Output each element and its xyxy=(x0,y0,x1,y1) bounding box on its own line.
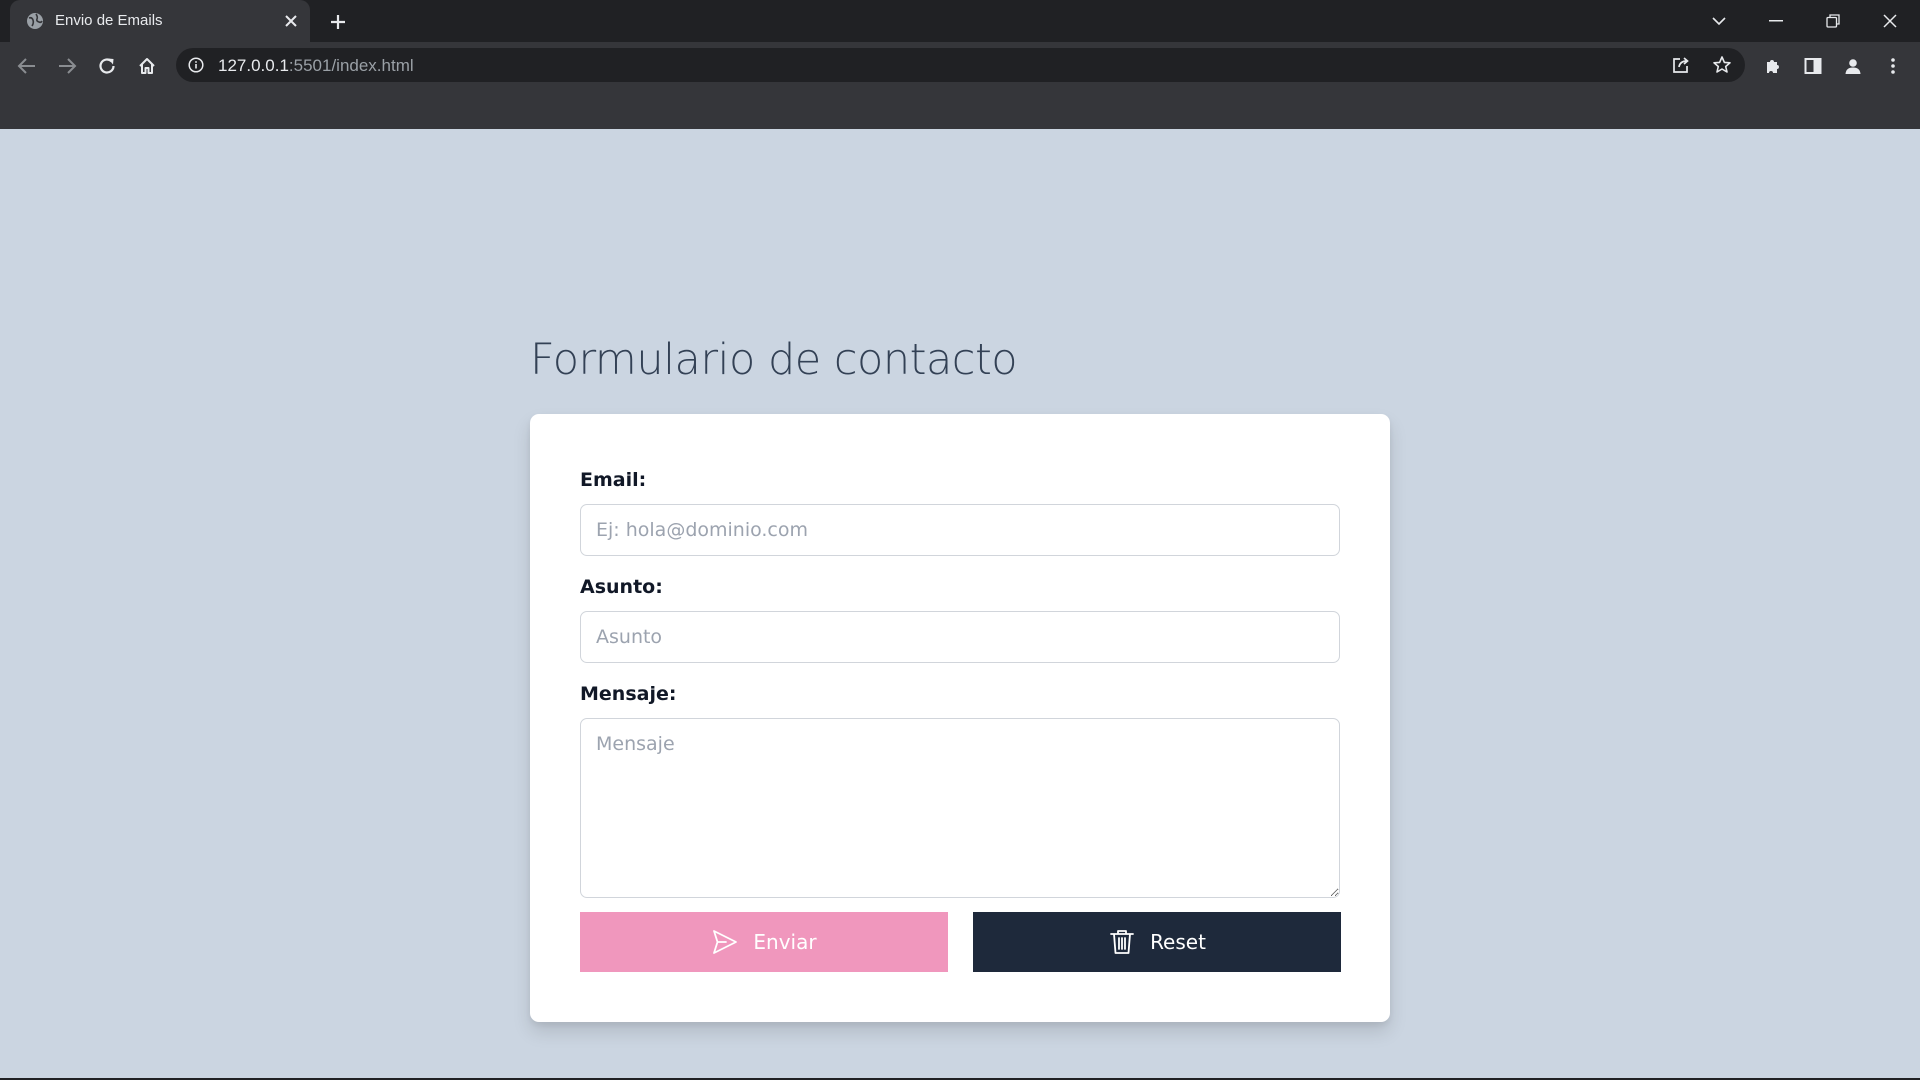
tab-strip: Envio de Emails xyxy=(0,0,1920,42)
browser-toolbar: 127.0.0.1:5501/index.html xyxy=(0,42,1920,88)
contact-form-card: Email: Asunto: Mensaje: Enviar Reset xyxy=(530,414,1390,1022)
home-icon[interactable] xyxy=(134,53,160,79)
tab-title: Envio de Emails xyxy=(55,12,163,29)
address-bar[interactable]: 127.0.0.1:5501/index.html xyxy=(176,48,1745,82)
close-icon[interactable] xyxy=(282,12,300,30)
reset-button[interactable]: Reset xyxy=(973,912,1341,972)
side-panel-icon[interactable] xyxy=(1800,53,1826,79)
back-arrow-icon[interactable] xyxy=(14,53,40,79)
new-tab-plus-icon[interactable] xyxy=(325,9,351,35)
forward-arrow-icon[interactable] xyxy=(54,53,80,79)
bookmark-star-icon[interactable] xyxy=(1711,55,1733,75)
page-title: Formulario de contacto xyxy=(530,335,1018,385)
trash-icon xyxy=(1108,928,1136,956)
subject-label: Asunto: xyxy=(580,576,663,598)
bookmark-bar xyxy=(0,88,1920,129)
globe-icon xyxy=(26,12,44,30)
share-icon[interactable] xyxy=(1670,55,1692,75)
url-host: 127.0.0.1 xyxy=(218,56,289,75)
minimize-icon[interactable] xyxy=(1760,6,1792,36)
message-label: Mensaje: xyxy=(580,683,677,705)
window-close-icon[interactable] xyxy=(1874,6,1906,36)
site-info-icon[interactable] xyxy=(188,57,204,73)
reset-button-label: Reset xyxy=(1150,930,1206,954)
email-field[interactable] xyxy=(580,504,1340,556)
browser-chrome: Envio de Emails 127.0.0.1:5501/index.htm… xyxy=(0,0,1920,129)
url-text: 127.0.0.1:5501/index.html xyxy=(218,56,414,76)
profile-avatar-icon[interactable] xyxy=(1840,53,1866,79)
send-button[interactable]: Enviar xyxy=(580,912,948,972)
subject-field[interactable] xyxy=(580,611,1340,663)
browser-tab[interactable]: Envio de Emails xyxy=(10,0,310,42)
send-button-label: Enviar xyxy=(753,930,817,954)
url-path: :5501/index.html xyxy=(288,56,414,75)
reload-icon[interactable] xyxy=(94,53,120,79)
email-label: Email: xyxy=(580,469,647,491)
message-textarea[interactable] xyxy=(580,718,1340,898)
paper-plane-icon xyxy=(711,928,739,956)
restore-icon[interactable] xyxy=(1817,6,1849,36)
extensions-icon[interactable] xyxy=(1760,53,1786,79)
menu-kebab-icon[interactable] xyxy=(1880,53,1906,79)
tab-search-chevron-icon[interactable] xyxy=(1703,6,1735,36)
